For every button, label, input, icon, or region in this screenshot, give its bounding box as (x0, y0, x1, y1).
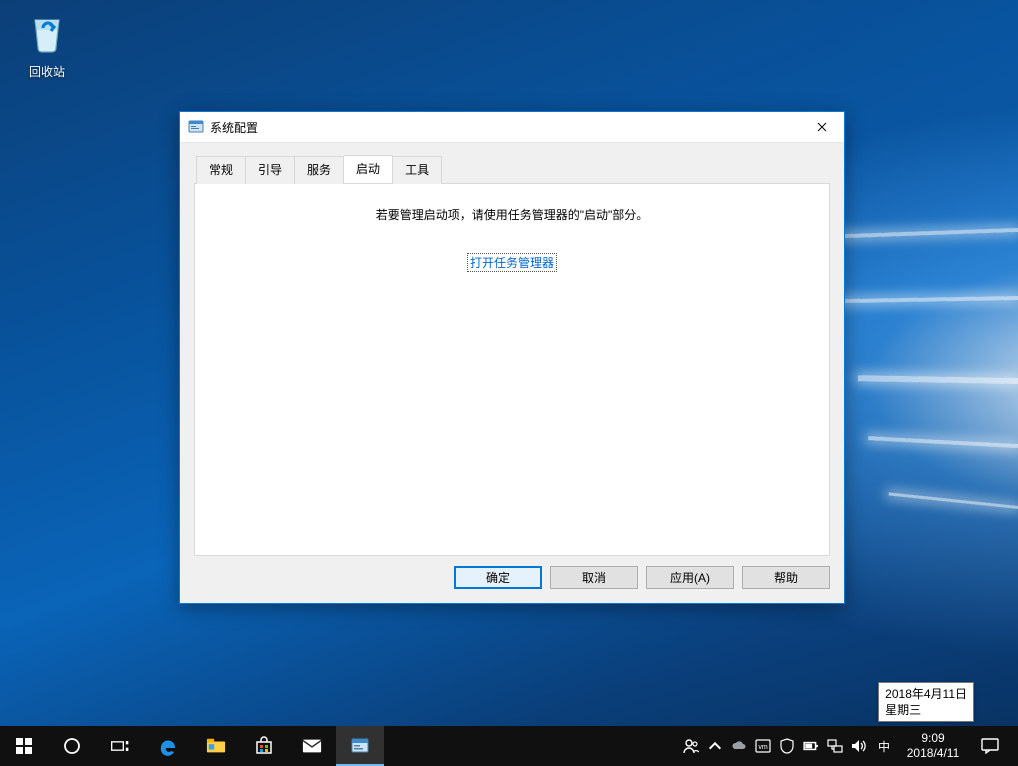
start-button[interactable] (0, 726, 48, 766)
tab-startup[interactable]: 启动 (344, 155, 393, 183)
dialog-title: 系统配置 (210, 119, 258, 136)
tab-boot[interactable]: 引导 (246, 156, 295, 184)
taskbar-store-icon[interactable] (240, 726, 288, 766)
taskbar-clock[interactable]: 9:09 2018/4/11 (897, 731, 969, 761)
taskbar-msconfig-icon[interactable] (336, 726, 384, 766)
dialog-button-row: 确定 取消 应用(A) 帮助 (194, 566, 830, 589)
tray-vmware-icon[interactable]: vm (751, 726, 775, 766)
startup-message: 若要管理启动项，请使用任务管理器的"启动"部分。 (215, 206, 809, 223)
cancel-button[interactable]: 取消 (550, 566, 638, 589)
titlebar[interactable]: 系统配置 (180, 112, 844, 143)
people-icon[interactable] (679, 726, 703, 766)
taskbar-explorer-icon[interactable] (192, 726, 240, 766)
ok-button[interactable]: 确定 (454, 566, 542, 589)
task-view-button[interactable] (96, 726, 144, 766)
svg-text:vm: vm (758, 744, 768, 751)
help-button[interactable]: 帮助 (742, 566, 830, 589)
tab-tools[interactable]: 工具 (393, 156, 442, 184)
taskbar-edge-icon[interactable] (144, 726, 192, 766)
ime-indicator[interactable]: 中 (871, 726, 897, 766)
tray-network-icon[interactable] (823, 726, 847, 766)
tab-startup-page: 若要管理启动项，请使用任务管理器的"启动"部分。 打开任务管理器 (194, 183, 830, 556)
tooltip-weekday: 星期三 (885, 702, 967, 718)
open-task-manager-link[interactable]: 打开任务管理器 (467, 253, 557, 272)
system-tray: vm 中 (679, 726, 1018, 766)
close-button[interactable] (799, 112, 844, 142)
tabstrip: 常规 引导 服务 启动 工具 (194, 156, 830, 184)
msconfig-dialog: 系统配置 常规 引导 服务 启动 工具 若要管理启动项，请使用任务管理器的"启动… (179, 111, 845, 604)
clock-date: 2018/4/11 (897, 746, 969, 761)
tab-services[interactable]: 服务 (295, 156, 344, 184)
tray-onedrive-icon[interactable] (727, 726, 751, 766)
recycle-bin-icon[interactable]: 回收站 (10, 8, 84, 80)
action-center-icon[interactable] (969, 738, 1011, 754)
clock-tooltip: 2018年4月11日 星期三 (878, 682, 974, 722)
cortana-button[interactable] (48, 726, 96, 766)
tab-general[interactable]: 常规 (196, 156, 246, 184)
apply-button[interactable]: 应用(A) (646, 566, 734, 589)
tray-power-icon[interactable] (799, 726, 823, 766)
taskbar: vm 中 (0, 726, 1018, 766)
tray-security-icon[interactable] (775, 726, 799, 766)
recycle-bin-label: 回收站 (10, 63, 84, 80)
tray-chevron-up-icon[interactable] (703, 726, 727, 766)
tooltip-date: 2018年4月11日 (885, 686, 967, 702)
msconfig-app-icon (188, 119, 204, 135)
tray-volume-icon[interactable] (847, 726, 871, 766)
clock-time: 9:09 (897, 731, 969, 746)
taskbar-mail-icon[interactable] (288, 726, 336, 766)
